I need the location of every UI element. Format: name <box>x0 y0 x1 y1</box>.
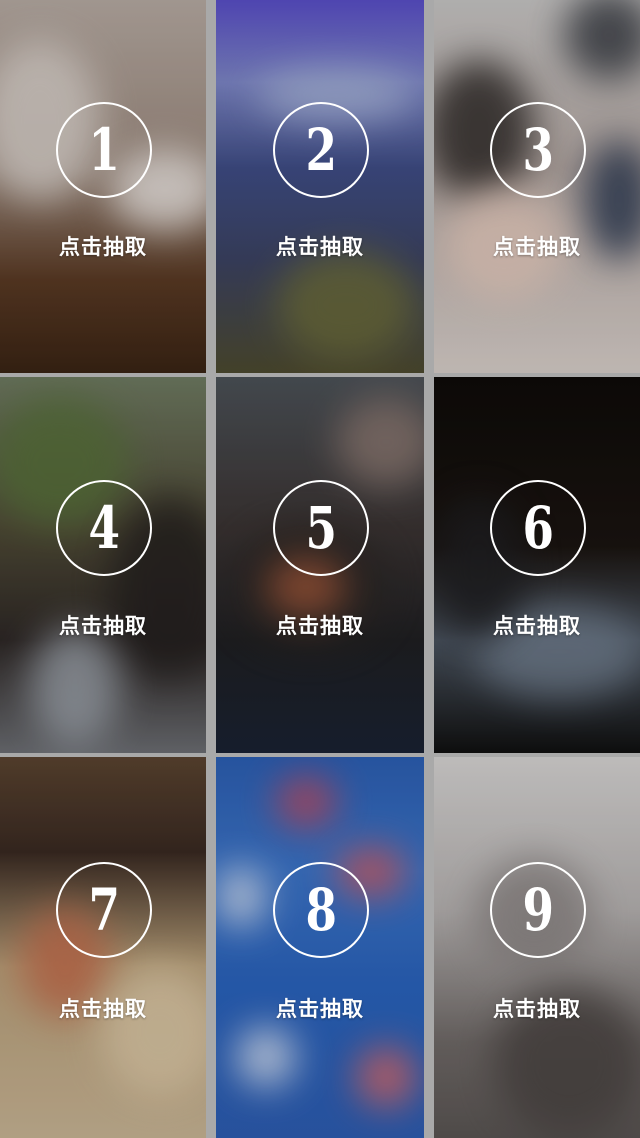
draw-label: 点击抽取 <box>276 614 364 639</box>
number-badge: 2 <box>273 102 369 199</box>
draw-label: 点击抽取 <box>59 614 147 639</box>
card-number: 2 <box>305 116 337 185</box>
card-grid: 1 点击抽取 2 点击抽取 3 点击抽取 4 点击抽取 5 点击抽取 6 点击抽… <box>0 0 640 1138</box>
draw-card-2[interactable]: 2 点击抽取 <box>216 0 424 373</box>
draw-card-6[interactable]: 6 点击抽取 <box>434 377 640 753</box>
draw-card-3[interactable]: 3 点击抽取 <box>434 0 640 373</box>
draw-label: 点击抽取 <box>493 614 581 639</box>
draw-label: 点击抽取 <box>276 997 364 1022</box>
card-number: 4 <box>88 494 120 563</box>
draw-card-5[interactable]: 5 点击抽取 <box>216 377 424 753</box>
card-number: 6 <box>522 494 554 563</box>
draw-label: 点击抽取 <box>276 235 364 260</box>
card-number: 5 <box>305 494 337 563</box>
draw-label: 点击抽取 <box>59 997 147 1022</box>
draw-label: 点击抽取 <box>493 235 581 260</box>
number-badge: 3 <box>490 102 586 199</box>
number-badge: 5 <box>273 480 369 577</box>
draw-label: 点击抽取 <box>59 235 147 260</box>
number-badge: 9 <box>490 862 586 959</box>
number-badge: 7 <box>56 862 152 959</box>
draw-card-1[interactable]: 1 点击抽取 <box>0 0 206 373</box>
card-number: 9 <box>522 876 554 945</box>
number-badge: 8 <box>273 862 369 959</box>
card-number: 3 <box>522 116 554 185</box>
draw-card-9[interactable]: 9 点击抽取 <box>434 757 640 1138</box>
draw-card-4[interactable]: 4 点击抽取 <box>0 377 206 753</box>
draw-card-8[interactable]: 8 点击抽取 <box>216 757 424 1138</box>
draw-label: 点击抽取 <box>493 997 581 1022</box>
number-badge: 4 <box>56 480 152 577</box>
number-badge: 1 <box>56 102 152 199</box>
draw-card-7[interactable]: 7 点击抽取 <box>0 757 206 1138</box>
card-number: 1 <box>88 116 120 185</box>
card-number: 8 <box>305 876 337 945</box>
number-badge: 6 <box>490 480 586 577</box>
card-number: 7 <box>88 876 120 945</box>
